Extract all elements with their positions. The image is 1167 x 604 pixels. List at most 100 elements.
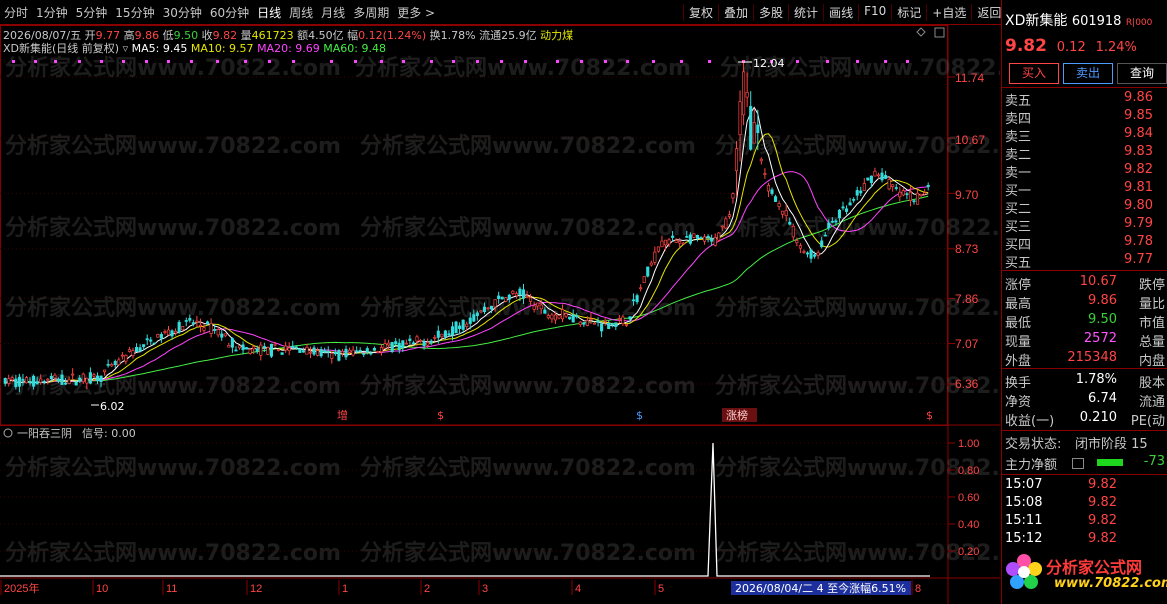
tab-period[interactable]: 15分钟 xyxy=(115,4,154,21)
candle-body xyxy=(905,193,909,196)
event-marker[interactable]: 增 xyxy=(337,408,348,422)
candle-body xyxy=(781,210,785,215)
query-button[interactable]: 查询 xyxy=(1117,63,1167,84)
multi-stock-button[interactable]: 多股 xyxy=(753,4,788,21)
menu-icon[interactable] xyxy=(1072,458,1084,469)
tab-period[interactable]: 30分钟 xyxy=(163,4,202,21)
candle-body xyxy=(734,148,739,172)
mark-button[interactable]: 标记 xyxy=(891,4,926,21)
candle-body xyxy=(529,297,533,302)
watermark-text: 分析家公式网www.70822.com xyxy=(360,215,696,241)
candle-body xyxy=(830,220,834,223)
draw-line-button[interactable]: 画线 xyxy=(823,4,858,21)
collapse-icon[interactable]: ▿ xyxy=(123,42,129,55)
candle-body xyxy=(284,345,288,351)
candle-body xyxy=(319,349,323,357)
tab-period-selected[interactable]: 日线 xyxy=(257,4,281,21)
bid-row[interactable]: 买二 9.80 xyxy=(1005,198,1165,217)
candle-body xyxy=(103,369,107,373)
indicator-name[interactable]: 一阳吞三阴 xyxy=(17,427,72,440)
ask-row[interactable]: 卖二 9.83 xyxy=(1005,144,1165,163)
indicator-collapse-icon[interactable] xyxy=(3,428,13,438)
bid-row[interactable]: 买五 9.77 xyxy=(1005,252,1165,271)
diamond-icon[interactable] xyxy=(916,27,926,37)
candle-body xyxy=(241,344,245,351)
price-summary: 9.82 0.12 1.24% xyxy=(1005,36,1137,56)
current-price: 9.82 xyxy=(1005,36,1047,56)
tab-period[interactable]: 分时 xyxy=(4,4,28,21)
tab-period[interactable]: 60分钟 xyxy=(210,4,249,21)
tab-period[interactable]: 月线 xyxy=(321,4,345,21)
candle-body xyxy=(855,190,859,196)
restore-rights-button[interactable]: 复权 xyxy=(683,4,718,21)
candle-body xyxy=(873,170,877,177)
window-icon[interactable] xyxy=(934,27,945,38)
quote-right-label: 跌停 xyxy=(1138,278,1165,293)
candle-body xyxy=(674,240,678,243)
tab-period[interactable]: 周线 xyxy=(289,4,313,21)
bid-row[interactable]: 买一 9.81 xyxy=(1005,180,1165,199)
stat-label: 净资 xyxy=(1005,395,1032,410)
tick-price: 9.82 xyxy=(1088,531,1117,546)
candle-body xyxy=(539,304,543,310)
event-dot xyxy=(78,60,81,63)
candle-body xyxy=(532,305,536,310)
candle-body xyxy=(397,342,401,351)
statistics-button[interactable]: 统计 xyxy=(788,4,823,21)
candle-body xyxy=(511,290,515,294)
f10-button[interactable]: F10 xyxy=(858,4,891,21)
candle-body xyxy=(699,237,703,239)
watermark-text: 分析家公式网www.70822.com xyxy=(360,455,696,481)
stat-row: 换手 1.78% 股本 xyxy=(1005,372,1165,391)
concept-tag[interactable]: 动力煤 xyxy=(540,29,573,42)
event-dot xyxy=(100,60,103,63)
event-marker[interactable]: $ xyxy=(636,409,643,422)
candle-body xyxy=(475,312,479,316)
stat-label: 换手 xyxy=(1005,376,1032,391)
candle-body xyxy=(308,351,313,354)
ask-row[interactable]: 卖三 9.84 xyxy=(1005,126,1165,145)
bid-row[interactable]: 买四 9.78 xyxy=(1005,234,1165,253)
candle-body xyxy=(291,345,295,349)
tab-more[interactable]: 更多 > xyxy=(397,4,435,21)
event-markers: 增 $ $ 涨榜 $ xyxy=(337,408,933,422)
event-dot xyxy=(452,60,455,63)
overlay-button[interactable]: 叠加 xyxy=(718,4,753,21)
ma60-label: MA60: 9.48 xyxy=(323,42,386,55)
tick-row: 15:08 9.82 xyxy=(1005,495,1165,513)
tab-period[interactable]: 多周期 xyxy=(353,4,389,21)
bid-row[interactable]: 买三 9.79 xyxy=(1005,216,1165,235)
candle-body xyxy=(333,351,337,355)
ask-row[interactable]: 卖五 9.86 xyxy=(1005,90,1165,109)
event-marker[interactable]: $ xyxy=(437,409,444,422)
watermark-text: 分析家公式网www.70822.com xyxy=(5,455,341,481)
candle-body xyxy=(110,364,114,367)
divider xyxy=(1002,474,1167,475)
candle-body xyxy=(301,350,305,353)
ask-row[interactable]: 卖一 9.82 xyxy=(1005,162,1165,181)
add-favorite-button[interactable]: +自选 xyxy=(926,4,971,21)
candle-body xyxy=(56,378,61,382)
event-marker[interactable]: $ xyxy=(926,409,933,422)
candle-body xyxy=(852,199,856,201)
event-dot xyxy=(54,60,57,63)
stat-value: 1.78% xyxy=(1075,372,1117,387)
candle-body xyxy=(316,350,320,356)
candle-body xyxy=(798,245,802,249)
time-tick: 1 xyxy=(342,583,348,595)
ask-price: 9.82 xyxy=(1124,162,1153,177)
tab-period[interactable]: 5分钟 xyxy=(76,4,108,21)
sell-button[interactable]: 卖出 xyxy=(1063,63,1113,84)
event-marker[interactable]: 涨榜 xyxy=(726,408,748,422)
kline-chart[interactable]: 分析家公式网www.70822.com 分析家公式网www.70822.com 分析… xyxy=(0,25,1000,604)
watermark-text: 分析家公式网www.70822.com xyxy=(5,540,341,566)
candle-body xyxy=(387,342,391,346)
candle-body xyxy=(21,379,25,381)
ask-row[interactable]: 卖四 9.85 xyxy=(1005,108,1165,127)
main-force-row: 主力净额 -73 xyxy=(1005,454,1165,473)
event-dot xyxy=(216,60,219,63)
quote-value: 215348 xyxy=(1067,350,1117,365)
candle-body xyxy=(10,377,14,381)
tab-period[interactable]: 1分钟 xyxy=(36,4,68,21)
buy-button[interactable]: 买入 xyxy=(1009,63,1059,84)
